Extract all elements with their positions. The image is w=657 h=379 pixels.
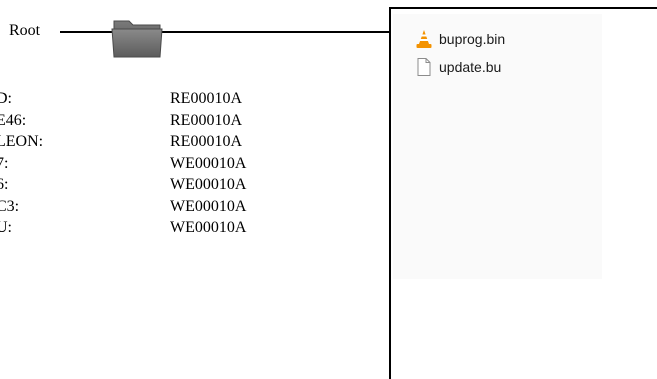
connector-line-left — [60, 31, 112, 33]
mapping-key: 7: — [0, 154, 9, 172]
mapping-value: RE00010A — [170, 111, 242, 129]
mapping-value: WE00010A — [170, 197, 247, 215]
mapping-key: 6: — [0, 176, 9, 193]
vlc-cone-icon — [416, 30, 432, 48]
connector-line-right — [162, 31, 390, 33]
mapping-value: RE00010A — [170, 90, 242, 107]
file-list: buprog.bin update.bu — [393, 14, 602, 279]
mapping-key: LEON: — [0, 133, 44, 150]
mapping-key: E46: — [0, 111, 27, 129]
mapping-key: D: — [0, 90, 12, 107]
root-label: Root — [9, 22, 41, 39]
mapping-value: WE00010A — [170, 176, 247, 193]
file-explorer-panel: buprog.bin update.bu — [389, 7, 657, 379]
file-item-buprog[interactable]: buprog.bin — [415, 28, 505, 50]
file-item-update[interactable]: update.bu — [415, 56, 501, 78]
mapping-value: WE00010A — [170, 219, 247, 236]
mapping-key: U: — [0, 219, 12, 236]
mapping-key: C3: — [0, 197, 20, 215]
mapping-value: RE00010A — [170, 133, 242, 150]
file-name: update.bu — [439, 59, 502, 75]
mapping-value: WE00010A — [170, 154, 247, 172]
blank-file-icon — [417, 58, 431, 76]
folder-icon — [111, 20, 163, 58]
file-name: buprog.bin — [439, 31, 506, 47]
